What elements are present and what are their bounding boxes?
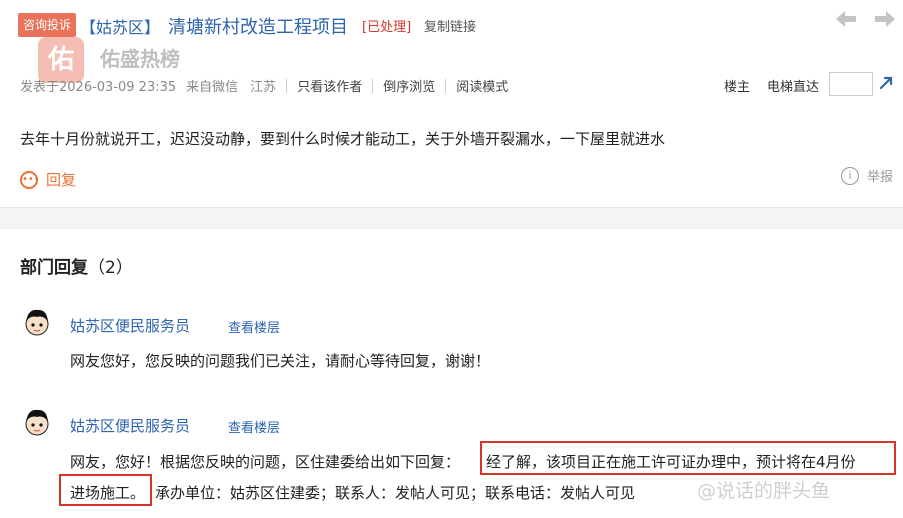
arrow-right-icon-svg (875, 11, 895, 27)
divider (286, 78, 288, 93)
post-body: 去年十月份就说开工，迟迟没动静，要到什么时候才能动工，关于外墙开裂漏水，一下屋里… (20, 130, 666, 148)
view-floor-link[interactable]: 查看楼层 (228, 417, 280, 436)
reply-text-intro: 网友，您好！根据您反映的问题，区住建委给出如下回复： (70, 453, 461, 471)
floor-jump-input[interactable] (829, 72, 873, 96)
only-author-link[interactable]: 只看该作者 (297, 76, 362, 95)
jump-go-icon-svg (879, 76, 893, 90)
reply-text-highlight: 经了解，该项目正在施工许可证办理中，预计将在4月份 (486, 453, 856, 471)
status-badge: [已处理] (362, 20, 412, 35)
comment-icon: ••• (20, 170, 40, 189)
avatar-cartoon-icon (25, 409, 49, 436)
post-source: 来自微信 (186, 80, 239, 95)
replies-heading: 部门回复（2） (20, 253, 133, 278)
jump-go-icon[interactable] (879, 74, 895, 94)
elevator-label: 电梯直达 (767, 80, 820, 95)
arrow-left-icon-svg (836, 11, 856, 27)
avatar[interactable] (22, 406, 52, 442)
watermark-brand: 佑盛热榜 (100, 47, 180, 71)
section-divider (0, 207, 903, 229)
view-floor-link[interactable]: 查看楼层 (228, 317, 280, 336)
arrow-right-icon[interactable] (872, 10, 898, 32)
post-meta: 发表于2026-03-09 23:35 来自微信 江苏 只看该作者 倒序浏览 阅… (20, 76, 508, 95)
footer-watermark: @说话的胖头鱼 (697, 480, 831, 502)
copy-link-button[interactable]: 复制链接 (424, 16, 476, 35)
replies-title: 部门回复 (20, 258, 88, 278)
replies-count: （2） (88, 258, 133, 278)
replier-name[interactable]: 姑苏区便民服务员 (70, 415, 190, 436)
avatar[interactable] (22, 306, 52, 342)
info-icon: i (841, 166, 859, 185)
reply-text-contact: 承办单位：姑苏区住建委；联系人：发帖人可见；联系电话：发帖人可见 (155, 484, 636, 502)
divider (445, 78, 447, 93)
floor-owner-label: 楼主 (724, 80, 751, 95)
post-province: 江苏 (250, 80, 277, 95)
read-mode-link[interactable]: 阅读模式 (456, 76, 508, 95)
reply-text: 网友您好，您反映的问题我们已关注，请耐心等待回复，谢谢！ (70, 352, 491, 370)
reply-label: 回复 (46, 171, 77, 189)
category-tag: 咨询投诉 (18, 13, 76, 37)
district-link[interactable]: 【姑苏区】 (80, 14, 160, 38)
avatar-cartoon-icon (25, 309, 49, 336)
post-title: 清塘新村改造工程项目 (168, 17, 348, 38)
arrow-left-icon[interactable] (833, 10, 859, 32)
divider (372, 78, 374, 93)
report-label: 举报 (867, 170, 894, 185)
reply-text-highlight: 进场施工。 (70, 484, 146, 502)
reply-button[interactable]: ••• 回复 (20, 169, 76, 190)
post-time: 发表于2026-03-09 23:35 (20, 80, 177, 95)
report-button[interactable]: i 举报 (841, 166, 893, 185)
reverse-order-link[interactable]: 倒序浏览 (383, 76, 435, 95)
replier-name[interactable]: 姑苏区便民服务员 (70, 315, 190, 336)
